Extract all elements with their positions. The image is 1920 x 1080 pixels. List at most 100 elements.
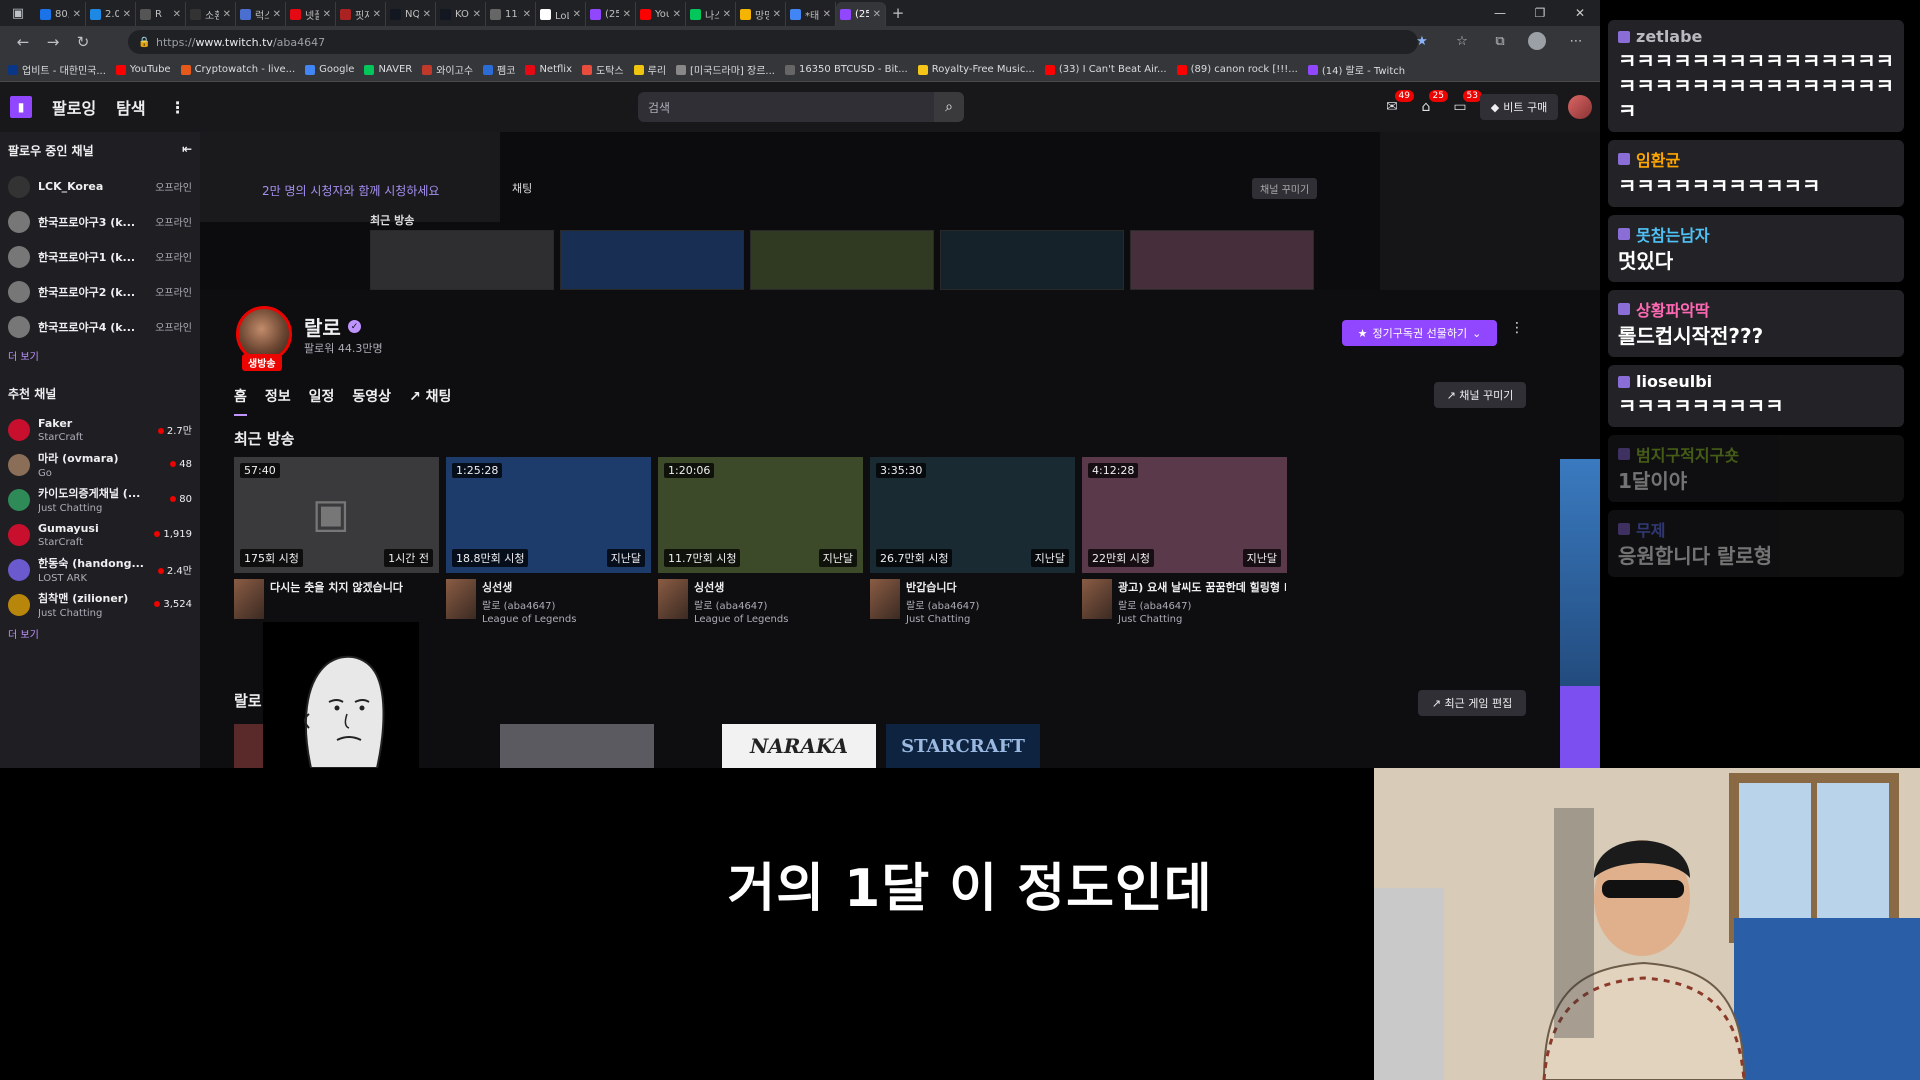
followed-channel[interactable]: 한국프로야구3 (k... 오프라인: [0, 204, 200, 239]
customize-channel-button[interactable]: ↗ 채널 꾸미기: [1434, 382, 1526, 408]
video-channel-avatar[interactable]: [446, 579, 476, 619]
bookmark-item[interactable]: 16350 BTCUSD - Bit...: [784, 64, 908, 75]
bookmark-star-icon[interactable]: ★: [1412, 34, 1432, 49]
close-tab-icon[interactable]: ✕: [573, 9, 581, 20]
browser-tab[interactable]: 핏자 ✕: [336, 2, 386, 26]
bookmark-item[interactable]: Netflix: [525, 64, 572, 75]
close-tab-icon[interactable]: ✕: [423, 9, 431, 20]
user-avatar[interactable]: [1568, 95, 1592, 119]
close-tab-icon[interactable]: ✕: [623, 9, 631, 20]
close-tab-icon[interactable]: ✕: [473, 9, 481, 20]
search-icon[interactable]: ⌕: [934, 92, 964, 122]
collections-icon[interactable]: ⧉: [1490, 34, 1510, 49]
show-more-recommended[interactable]: 더 보기: [0, 622, 200, 653]
video-card[interactable]: 1:25:28 18.8만회 시청 지난달 싱선생 랄로 (aba4647) Leagu…: [446, 457, 651, 625]
channel-more-icon[interactable]: ⋮: [1510, 320, 1524, 336]
new-tab-button[interactable]: +: [886, 4, 910, 22]
video-title[interactable]: 싱선생: [482, 579, 650, 595]
recommended-channel[interactable]: 마라 (ovmara) Go 48: [0, 447, 200, 482]
channel-tab[interactable]: 동영상: [352, 386, 391, 416]
followed-channel[interactable]: 한국프로야구4 (k... 오프라인: [0, 309, 200, 344]
bookmark-item[interactable]: Cryptowatch - live...: [180, 64, 295, 75]
minimize-icon[interactable]: —: [1480, 0, 1520, 26]
edit-recent-games-button[interactable]: ↗ 최근 게임 편집: [1418, 690, 1526, 716]
browser-tab[interactable]: 2.05% ✕: [86, 2, 136, 26]
show-more-following[interactable]: 더 보기: [0, 344, 200, 375]
bookmark-item[interactable]: Google: [305, 64, 354, 75]
browser-tab[interactable]: 소환사 ✕: [186, 2, 236, 26]
video-card[interactable]: 3:35:30 26.7만회 시청 지난달 반갑습니다 랄로 (aba4647) Jus…: [870, 457, 1075, 625]
followed-channel[interactable]: LCK_Korea 오프라인: [0, 169, 200, 204]
twitch-logo-icon[interactable]: ▮: [10, 96, 32, 118]
video-title[interactable]: 반갑습니다: [906, 579, 1074, 595]
browser-menu-icon[interactable]: ⋯: [1566, 34, 1586, 49]
video-thumbnail[interactable]: 1:25:28 18.8만회 시청 지난달: [446, 457, 651, 573]
bookmark-item[interactable]: 와이고수: [422, 62, 473, 77]
game-tile-naraka[interactable]: NARAKA: [722, 724, 876, 768]
video-title[interactable]: 다시는 춧을 치지 않겠습니다: [270, 579, 438, 595]
window-menu-icon[interactable]: ▣: [0, 0, 36, 26]
reload-icon[interactable]: ↻: [68, 33, 98, 51]
close-tab-icon[interactable]: ✕: [823, 9, 831, 20]
recommended-channel[interactable]: 카이도의증게채널 (... Just Chatting 80: [0, 482, 200, 517]
video-card[interactable]: 1:20:06 11.7만회 시청 지난달 싱선생 랄로 (aba4647) Leagu…: [658, 457, 863, 625]
browser-tab[interactable]: 망망 ✕: [736, 2, 786, 26]
bookmark-item[interactable]: 펨코: [483, 62, 515, 77]
video-card[interactable]: ▣ 57:40 175회 시청 1시간 전 다시는 춧을 치지 않겠습니다: [234, 457, 439, 619]
browser-tab[interactable]: 넷플 ✕: [286, 2, 336, 26]
video-channel-avatar[interactable]: [234, 579, 264, 619]
close-tab-icon[interactable]: ✕: [223, 9, 231, 20]
video-channel-avatar[interactable]: [1082, 579, 1112, 619]
close-tab-icon[interactable]: ✕: [673, 9, 681, 20]
close-tab-icon[interactable]: ✕: [523, 9, 531, 20]
back-icon[interactable]: ←: [8, 33, 38, 51]
bookmark-item[interactable]: Royalty-Free Music...: [917, 64, 1035, 75]
game-tile[interactable]: [234, 724, 264, 768]
bookmark-item[interactable]: YouTube: [115, 64, 171, 75]
video-thumbnail[interactable]: 4:12:28 22만회 시청 지난달: [1082, 457, 1287, 573]
game-tile-starcraft[interactable]: STARCRAFT: [886, 724, 1040, 768]
video-title[interactable]: 싱선생: [694, 579, 862, 595]
bookmark-item[interactable]: (14) 랄로 - Twitch: [1307, 62, 1405, 77]
close-tab-icon[interactable]: ✕: [373, 9, 381, 20]
bookmark-item[interactable]: (33) I Can't Beat Air...: [1044, 64, 1167, 75]
close-tab-icon[interactable]: ✕: [123, 9, 131, 20]
url-field[interactable]: 🔒 https://www.twitch.tv/aba4647: [128, 30, 1418, 54]
browser-tab[interactable]: YouT ✕: [636, 2, 686, 26]
channel-tab[interactable]: 정보: [265, 386, 291, 416]
browser-tab[interactable]: R ✕: [136, 2, 186, 26]
browser-tab[interactable]: 럭스 ✕: [236, 2, 286, 26]
bookmark-item[interactable]: 루리: [633, 62, 666, 77]
browser-tab[interactable]: KOSPI ✕: [436, 2, 486, 26]
close-tab-icon[interactable]: ✕: [723, 9, 731, 20]
video-game[interactable]: Just Chatting: [906, 614, 1074, 625]
video-card[interactable]: 4:12:28 22만회 시청 지난달 광고) 요새 날씨도 꿈꿈한데 힐링형 RP…: [1082, 457, 1287, 625]
video-title[interactable]: 광고) 요새 날씨도 꿈꿈한데 힐링형 RP...: [1118, 579, 1286, 595]
video-thumbnail[interactable]: 1:20:06 11.7만회 시청 지난달: [658, 457, 863, 573]
browser-tab[interactable]: LoL 스 ✕: [536, 2, 586, 26]
channel-tab[interactable]: 홈: [234, 386, 247, 416]
game-tile[interactable]: [500, 724, 654, 768]
video-channel[interactable]: 랄로 (aba4647): [482, 597, 650, 612]
close-tab-icon[interactable]: ✕: [173, 9, 181, 20]
nav-following[interactable]: 팔로잉: [52, 95, 96, 119]
profile-icon[interactable]: [1528, 32, 1546, 50]
recommended-channel[interactable]: Gumayusi StarCraft 1,919: [0, 517, 200, 552]
video-thumbnail[interactable]: ▣ 57:40 175회 시청 1시간 전: [234, 457, 439, 573]
video-game[interactable]: Just Chatting: [1118, 614, 1286, 625]
drops-icon[interactable]: ⌂ 25: [1414, 90, 1448, 118]
inbox-icon[interactable]: ✉ 49: [1380, 90, 1414, 118]
bookmark-item[interactable]: [미국드라마] 장르...: [676, 62, 775, 77]
nav-browse[interactable]: 탐색: [116, 95, 145, 119]
close-tab-icon[interactable]: ✕: [773, 9, 781, 20]
browser-tab[interactable]: 나스 ✕: [686, 2, 736, 26]
bookmark-item[interactable]: 도탁스: [582, 62, 624, 77]
close-tab-icon[interactable]: ✕: [323, 9, 331, 20]
browser-tab[interactable]: NQ1! ✕: [386, 2, 436, 26]
bookmark-item[interactable]: 업비트 - 대한민국...: [8, 62, 106, 77]
recommended-channel[interactable]: 한동숙 (handong... LOST ARK 2.4만: [0, 552, 200, 587]
close-window-icon[interactable]: ✕: [1560, 0, 1600, 26]
video-channel[interactable]: 랄로 (aba4647): [1118, 597, 1286, 612]
browser-tab[interactable]: (25) ✕: [836, 2, 886, 26]
browser-tab[interactable]: (25) T ✕: [586, 2, 636, 26]
